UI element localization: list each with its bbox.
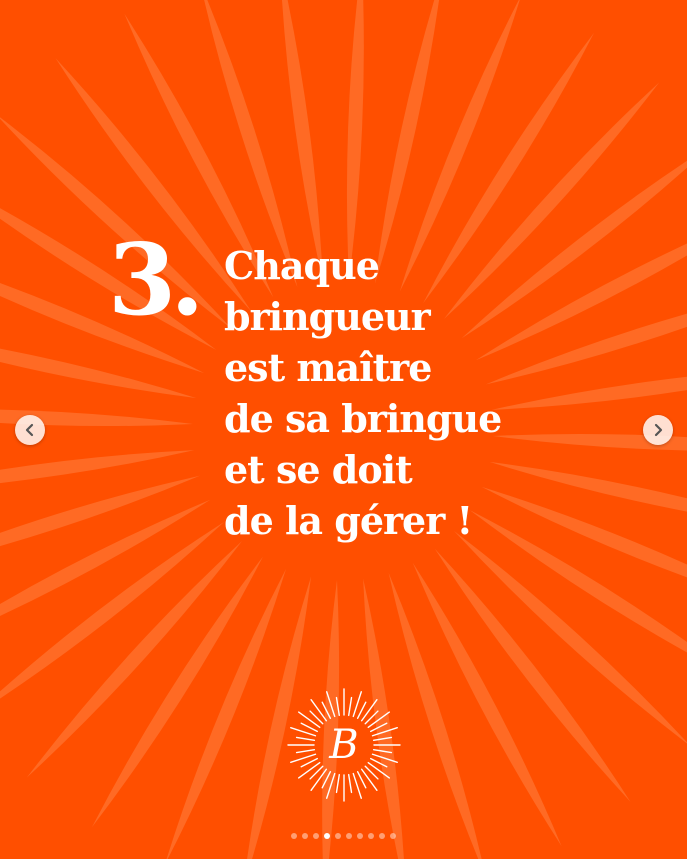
rule-headline: 3. Chaque bringueur est maître de sa bri… xyxy=(108,223,578,544)
pagination-dot[interactable] xyxy=(368,833,374,839)
rule-number: 3. xyxy=(108,223,204,338)
rule-text: Chaque bringueur est maître de sa bringu… xyxy=(224,240,574,546)
pagination-dot[interactable] xyxy=(390,833,396,839)
pagination-dot[interactable] xyxy=(335,833,341,839)
pagination-dot[interactable] xyxy=(302,833,308,839)
pagination-dot[interactable] xyxy=(379,833,385,839)
rule-text-line: bringueur xyxy=(224,294,431,339)
rule-text-line: de sa bringue xyxy=(224,396,502,441)
pagination-dots xyxy=(0,833,687,841)
rule-text-line: est maître xyxy=(224,345,432,390)
chevron-right-icon xyxy=(654,423,663,437)
rule-text-line: et se doit xyxy=(224,447,413,492)
logo-letter: B xyxy=(329,722,359,768)
pagination-dot[interactable] xyxy=(357,833,363,839)
pagination-dot[interactable] xyxy=(291,833,297,839)
rule-text-line: de la gérer ! xyxy=(224,498,473,543)
rule-text-line: Chaque xyxy=(224,243,380,288)
carousel-slide: 3. Chaque bringueur est maître de sa bri… xyxy=(0,0,687,859)
chevron-left-icon xyxy=(25,423,34,437)
pagination-dot[interactable] xyxy=(313,833,319,839)
next-slide-button[interactable] xyxy=(643,415,673,445)
brand-logo: B xyxy=(287,688,401,802)
pagination-dot-active[interactable] xyxy=(324,833,330,839)
pagination-dot[interactable] xyxy=(346,833,352,839)
previous-slide-button[interactable] xyxy=(15,415,45,445)
